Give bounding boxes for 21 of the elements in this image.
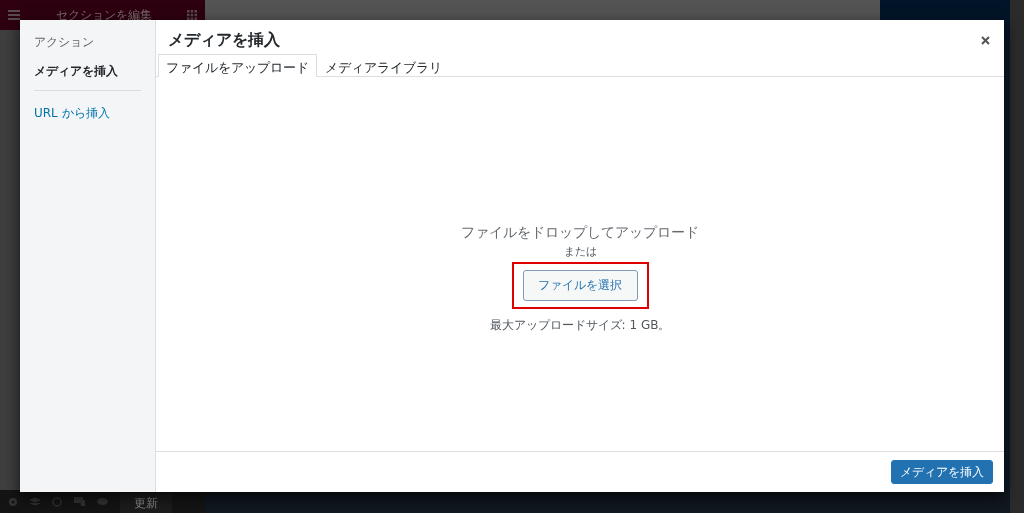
update-button[interactable]: 更新 [120, 493, 172, 513]
modal-title: メディアを挿入 [168, 29, 280, 51]
max-upload-size: 最大アップロードサイズ: 1 GB。 [489, 317, 671, 334]
history-icon[interactable] [52, 496, 62, 507]
insert-media-button[interactable]: メディアを挿入 [891, 460, 993, 484]
sidebar-item[interactable]: メディアを挿入 [34, 61, 141, 82]
scrollbar[interactable] [1010, 0, 1024, 513]
select-file-button[interactable]: ファイルを選択 [522, 270, 638, 301]
sidebar-item[interactable]: URL から挿入 [34, 103, 141, 124]
drop-instructions: ファイルをドロップしてアップロード [461, 224, 699, 242]
gear-icon[interactable] [8, 496, 18, 507]
tab[interactable]: ファイルをアップロード [158, 54, 317, 77]
sidebar-heading: アクション [34, 34, 95, 51]
eye-icon[interactable] [97, 498, 108, 505]
layers-icon[interactable] [30, 496, 40, 507]
close-icon[interactable] [981, 35, 990, 45]
or-label: または [563, 244, 597, 259]
menu-icon[interactable] [8, 10, 20, 20]
tab[interactable]: メディアライブラリ [317, 54, 450, 77]
responsive-icon[interactable] [74, 497, 85, 506]
grid-icon[interactable] [187, 10, 197, 20]
